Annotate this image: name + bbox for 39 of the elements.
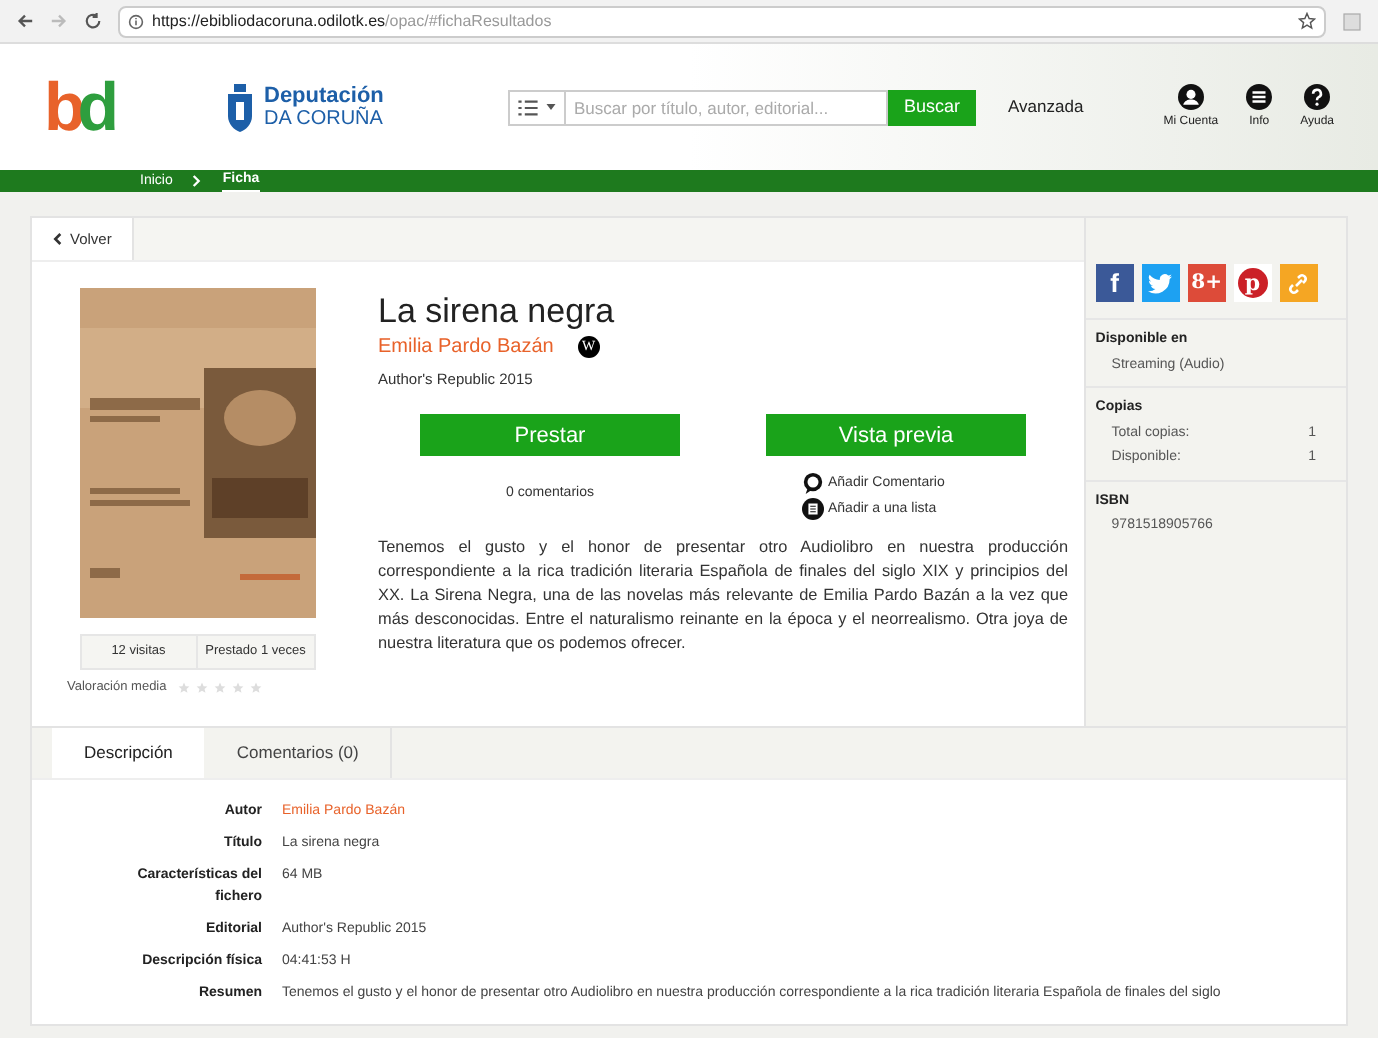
star-icon[interactable]	[214, 681, 227, 694]
chevron-left-icon	[52, 232, 62, 246]
back-arrow-icon[interactable]	[16, 12, 34, 30]
search-field[interactable]: Buscar por título, autor, editorial...	[566, 89, 888, 125]
menu-icon	[1246, 83, 1273, 109]
star-icon[interactable]	[232, 681, 245, 694]
caret-icon	[546, 104, 556, 110]
link-share-button[interactable]	[1279, 264, 1318, 302]
url-text: https://ebibliodacoruna.odilotk.es/opac/#fichaResultados	[152, 9, 552, 33]
bird-icon	[1148, 273, 1173, 293]
pinterest-share-button[interactable]: p	[1233, 264, 1272, 302]
reload-icon[interactable]	[84, 12, 102, 30]
facebook-share-button[interactable]: f	[1095, 264, 1134, 302]
googleplus-share-button[interactable]: 8+	[1187, 264, 1226, 302]
search-type-dropdown[interactable]	[508, 89, 566, 125]
extension-icon[interactable]	[1342, 11, 1362, 31]
book-summary: Tenemos el gusto y el honor de presentar otro Audiolibro en nuestra producción correspondiente a la rica tradición literaria Española de finales del siglo XIX y principios del XX. La Sirena Negra, una de las novelas más relevante de Emilia Pardo Bazán a la vez que más desconocidas. Entre el naturalismo reinante en la época y el neorrealismo. Otra joya de nuestra literatura que os podemos ofrecer.	[378, 536, 1068, 657]
chain-link-icon	[1286, 271, 1311, 295]
crest-icon	[224, 83, 256, 131]
info-icon[interactable]	[128, 13, 144, 29]
list-icon	[518, 99, 538, 115]
user-icon	[1177, 83, 1204, 109]
star-icon[interactable]	[250, 681, 263, 694]
address-bar[interactable]: https://ebibliodacoruna.odilotk.es/opac/#fichaResultados	[118, 5, 1326, 37]
book-title: La sirena negra	[378, 292, 617, 332]
comment-icon	[802, 472, 824, 495]
help-icon	[1304, 83, 1331, 109]
star-icon[interactable]	[196, 681, 209, 694]
chevron-icon	[192, 174, 203, 188]
tab[interactable]: Comentarios (0)	[204, 727, 393, 778]
org-name: Deputación	[264, 85, 384, 107]
twitter-share-button[interactable]	[1141, 264, 1180, 302]
list-icon	[802, 498, 824, 521]
tab[interactable]: Descripción	[52, 727, 205, 778]
org-subtitle: DA CORUÑA	[264, 107, 384, 129]
star-icon[interactable]	[178, 681, 191, 694]
forward-arrow-icon[interactable]	[50, 12, 68, 30]
bookmark-star-icon[interactable]	[1298, 12, 1316, 30]
advanced-search-link[interactable]: Avanzada	[1008, 94, 1084, 120]
